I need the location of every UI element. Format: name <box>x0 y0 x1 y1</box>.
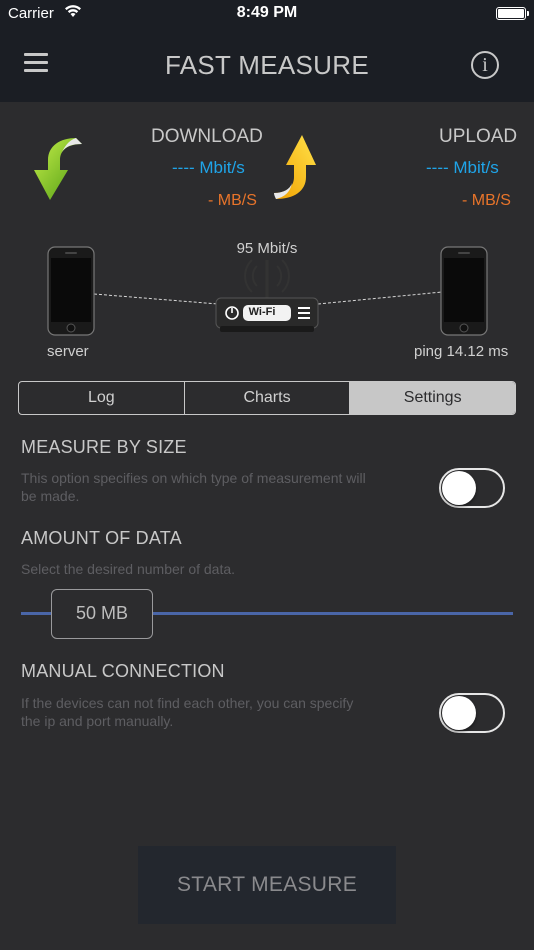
right-connection-line <box>318 291 442 305</box>
clock: 8:49 PM <box>236 4 298 21</box>
ping-caption: ping 14.12 ms <box>414 343 509 360</box>
battery-icon <box>496 7 529 20</box>
status-bar: Carrier 8:49 PM <box>0 0 534 26</box>
measure-by-size-title: MEASURE BY SIZE <box>21 437 187 457</box>
upload-mbit-value: ---- Mbit/s <box>426 158 499 177</box>
wifi-router-icon <box>210 248 324 341</box>
upload-arrow-icon <box>272 133 338 206</box>
download-label: DOWNLOAD <box>151 126 263 147</box>
download-mbs-value: - MB/S <box>208 192 257 209</box>
manual-connection-description-line2: the ip and port manually. <box>21 713 174 729</box>
manual-connection-toggle[interactable] <box>439 693 505 733</box>
navigation-bar: FAST MEASURE i <box>0 26 534 102</box>
tab-bar: Log Charts Settings <box>18 381 516 415</box>
amount-slider-thumb[interactable]: 50 MB <box>51 589 153 639</box>
toggle-knob <box>442 696 476 730</box>
measure-by-size-description-line2: be made. <box>21 488 80 504</box>
manual-connection-description-line1: If the devices can not find each other, … <box>21 695 354 711</box>
measure-by-size-toggle[interactable] <box>439 468 505 508</box>
manual-connection-title: MANUAL CONNECTION <box>21 661 225 681</box>
tab-settings[interactable]: Settings <box>349 382 515 414</box>
start-measure-button[interactable]: START MEASURE <box>138 846 396 924</box>
client-phone-icon <box>440 246 488 341</box>
tab-charts[interactable]: Charts <box>183 382 350 414</box>
router-label: Wi-Fi <box>248 306 276 318</box>
app-title: FAST MEASURE <box>165 50 369 80</box>
upload-label: UPLOAD <box>439 126 518 147</box>
download-mbit-value: ---- Mbit/s <box>172 158 245 177</box>
upload-mbs-value: - MB/S <box>462 192 511 209</box>
amount-of-data-title: AMOUNT OF DATA <box>21 528 182 548</box>
info-icon[interactable]: i <box>471 51 499 79</box>
measure-by-size-description-line1: This option specifies on which type of m… <box>21 470 366 486</box>
left-connection-line <box>94 293 218 305</box>
amount-of-data-description: Select the desired number of data. <box>21 561 236 577</box>
tab-log[interactable]: Log <box>19 382 184 414</box>
download-arrow-icon <box>16 136 84 207</box>
toggle-knob <box>442 471 476 505</box>
server-caption: server <box>47 343 89 360</box>
server-phone-icon <box>47 246 95 341</box>
